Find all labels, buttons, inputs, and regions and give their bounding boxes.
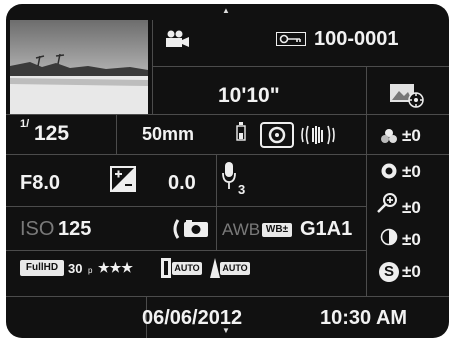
scroll-up-arrow[interactable]: ▲ [222,6,230,15]
image-thumbnail [10,20,148,114]
saturation-value: ±0 [402,126,421,145]
metering-mode-icon [260,122,294,153]
divider [6,154,449,155]
divider [6,114,449,115]
divider [152,20,153,114]
shutter-numerator: 1/ [20,118,30,130]
sharpness-icon: S [379,262,399,282]
quality-stars: ★★★ [98,260,133,275]
hue-value: ±0 [402,162,421,181]
white-balance-shift: G1A1 [300,218,353,240]
key-tone-value: ±0 [402,198,421,217]
divider [6,296,449,297]
picture-style-icon [390,84,424,113]
image-stabilizer-icon [300,122,336,153]
auto-lighting-icon [158,256,172,285]
iso-label: ISO [20,218,55,240]
hue-icon [380,162,398,185]
highlight-tone-badge: AUTO [220,262,250,275]
exposure-compensation-icon [110,166,136,197]
divider [216,154,217,250]
divider [152,66,449,67]
microphone-icon [222,162,236,195]
key-icon [276,32,306,51]
file-number: 100-0001 [314,28,399,50]
sharpness-value: ±0 [402,262,421,281]
aperture-value: F8.0 [20,172,61,194]
divider [116,114,117,154]
beach-photo-thumbnail [10,20,148,114]
frame-rate-suffix: p [88,266,93,275]
movie-camera-icon [162,30,190,53]
remote-battery-icon [236,122,246,149]
movie-duration: 10'10" [218,84,280,107]
shutter-speed: 125 [34,122,70,145]
auto-lighting-badge: AUTO [172,262,202,275]
contrast-value: ±0 [402,230,421,249]
contrast-icon [380,228,398,251]
iso-value: 125 [58,218,92,240]
flash-exposure-icon [172,218,210,245]
frame-rate: 30 [68,261,83,276]
key-tone-icon [376,192,400,221]
capture-time: 10:30 AM [320,307,408,329]
capture-date: 06/06/2012 [142,307,243,329]
divider [366,66,367,296]
divider [6,206,366,207]
wb-shift-badge: WB± [262,223,292,237]
divider [6,250,366,251]
exposure-compensation-value: 0.0 [168,172,196,194]
audio-level: 3 [238,182,246,197]
focal-length: 50mm [142,124,195,144]
full-hd-badge: FullHD [20,260,64,276]
playback-info-screen: ▲ ▼ 100-0001 10'10" ±0 ±0 ±0 ±0 S ±0 1/ … [6,4,449,338]
awb-label: AWB [222,220,261,239]
saturation-icon [380,128,398,149]
